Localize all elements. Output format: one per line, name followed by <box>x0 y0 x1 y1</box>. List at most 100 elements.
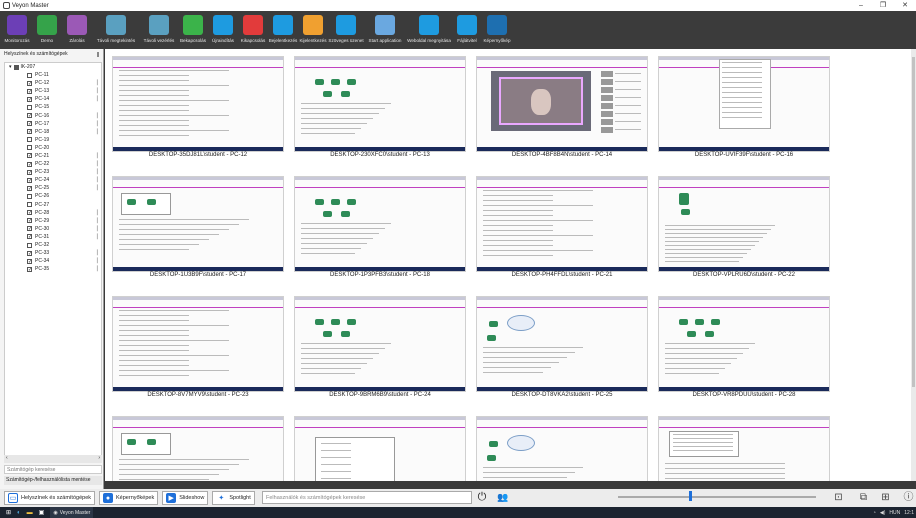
computer-checkbox[interactable]: ✓ <box>27 88 32 94</box>
computer-item[interactable]: ✓ PC-21 ▏ <box>5 152 101 160</box>
computer-checkbox[interactable]: ✓ <box>27 258 32 264</box>
tree-scrollbar[interactable]: ‹ › <box>4 455 102 463</box>
root-checkbox[interactable] <box>13 64 19 70</box>
computer-tile[interactable] <box>291 411 469 481</box>
computer-checkbox[interactable]: ✓ <box>27 153 32 159</box>
store-icon[interactable]: ▣ <box>39 509 45 516</box>
computer-checkbox[interactable]: ✓ <box>27 113 32 119</box>
toolbar-button-lock[interactable]: Zárolás <box>64 11 90 49</box>
toolbar-button-message[interactable]: Szöveges üzenet <box>328 11 364 49</box>
slideshow-button[interactable]: ▶ Slideshow <box>162 491 209 505</box>
computer-checkbox[interactable] <box>27 242 32 248</box>
computer-item[interactable]: ✓ PC-33 ▏ <box>5 249 101 257</box>
computer-item[interactable]: ✓ PC-35 ▏ <box>5 265 101 273</box>
computer-checkbox[interactable]: ✓ <box>27 129 32 135</box>
computer-tile[interactable]: DESKTOP-UVIF39F\student - PC-16 <box>655 51 833 161</box>
clock[interactable]: 12:1 <box>904 510 914 516</box>
zoom-slider-handle[interactable] <box>689 491 693 501</box>
toolbar-button-globe[interactable]: Weboldal megnyitása <box>407 11 451 49</box>
computer-item[interactable]: ✓ PC-29 ▏ <box>5 217 101 225</box>
computer-item[interactable]: PC-15 <box>5 103 101 111</box>
computer-tile[interactable]: DESKTOP-9BRM6B9\student - PC-24 <box>291 291 469 401</box>
fit-screen-icon[interactable]: ⊡ <box>832 491 845 504</box>
computer-item[interactable]: ✓ PC-22 ▏ <box>5 160 101 168</box>
grid-scrollbar[interactable] <box>911 49 916 481</box>
explorer-icon[interactable]: ▬ <box>27 510 33 516</box>
locations-button[interactable]: ▭ Helyszínek és számítógépek <box>4 491 96 505</box>
toolbar-button-screenshot[interactable]: Képernyőkép <box>483 11 511 49</box>
toolbar-button-monitor[interactable]: Távoli megtekintés <box>94 11 138 49</box>
computer-tile[interactable]: DESKTOP-DT8VKA2\student - PC-25 <box>473 291 651 401</box>
save-list-button[interactable]: Számítógép-/felhasználólista mentése <box>4 476 102 485</box>
computer-tile[interactable]: DESKTOP-1U3B9F\student - PC-17 <box>109 171 287 281</box>
spotlight-button[interactable]: ✦ Spotlight <box>212 491 255 505</box>
computer-checkbox[interactable]: ✓ <box>27 177 32 183</box>
computer-item[interactable]: ✓ PC-31 ▏ <box>5 233 101 241</box>
start-icon[interactable]: ⊞ <box>6 509 11 516</box>
toolbar-button-login[interactable]: Bejelentkezés <box>269 11 297 49</box>
computer-item[interactable]: PC-26 <box>5 192 101 200</box>
computer-tile[interactable]: DESKTOP-4BF8B4N\student - PC-14 <box>473 51 651 161</box>
computer-item[interactable]: ✓ PC-25 ▏ <box>5 184 101 192</box>
chevron-down-icon[interactable]: ▾ <box>9 64 12 70</box>
computer-item[interactable]: ✓ PC-30 ▏ <box>5 225 101 233</box>
computer-checkbox[interactable]: ✓ <box>27 218 32 224</box>
computer-item[interactable]: ✓ PC-17 ▏ <box>5 120 101 128</box>
toolbar-button-power-on[interactable]: Bekapcsolás <box>180 11 206 49</box>
computer-item[interactable]: PC-19 <box>5 136 101 144</box>
language-indicator[interactable]: HUN <box>889 510 900 516</box>
toolbar-button-power-off[interactable]: Kikapcsolás <box>240 11 266 49</box>
computer-tile[interactable]: DESKTOP-8V7MYV9\student - PC-23 <box>109 291 287 401</box>
toolbar-button-restart[interactable]: Újraindítás <box>210 11 236 49</box>
computer-tree[interactable]: ▾ IK-207 PC-11 ✓ PC-12 ▏ ✓ PC-13 ▏ ✓ PC-14 ▏ PC-15… <box>4 62 102 462</box>
screenshots-button[interactable]: ● Képernyőképek <box>99 491 159 505</box>
computer-item[interactable]: ✓ PC-16 ▏ <box>5 111 101 119</box>
chevron-left-icon[interactable]: ‹ <box>6 455 8 461</box>
computer-checkbox[interactable]: ✓ <box>27 250 32 256</box>
toolbar-button-demo[interactable]: Demo <box>34 11 60 49</box>
toolbar-button-grid[interactable]: Monitorozás <box>4 11 30 49</box>
computer-item[interactable]: ✓ PC-12 ▏ <box>5 79 101 87</box>
minimize-button[interactable]: – <box>850 0 872 11</box>
computer-item[interactable]: ✓ PC-34 ▏ <box>5 257 101 265</box>
toolbar-button-application[interactable]: Start application <box>366 11 404 49</box>
computer-tile[interactable]: DESKTOP-1P3PFB3\student - PC-18 <box>291 171 469 281</box>
scroll-thumb[interactable] <box>912 57 915 387</box>
computer-tile[interactable]: DESKTOP-VPLRU6D\student - PC-22 <box>655 171 833 281</box>
computer-search-input[interactable]: Számítógép keresése <box>4 465 102 474</box>
computer-checkbox[interactable] <box>27 145 32 151</box>
computer-tile[interactable]: DESKTOP-VR8PDUU\student - PC-28 <box>655 291 833 401</box>
computer-checkbox[interactable]: ✓ <box>27 169 32 175</box>
computer-item[interactable]: PC-32 <box>5 241 101 249</box>
computer-item[interactable]: ✓ PC-23 ▏ <box>5 168 101 176</box>
toolbar-button-file-transfer[interactable]: Fájlátvitel <box>454 11 480 49</box>
users-icon[interactable]: 👥 <box>496 490 510 504</box>
computer-item[interactable]: ✓ PC-14 ▏ <box>5 95 101 103</box>
close-button[interactable]: ✕ <box>894 0 916 11</box>
computer-item[interactable]: PC-20 <box>5 144 101 152</box>
computer-checkbox[interactable] <box>27 104 32 110</box>
edge-icon[interactable]: ◐ <box>17 510 21 516</box>
computer-tile[interactable] <box>473 411 651 481</box>
computer-checkbox[interactable]: ✓ <box>27 80 32 86</box>
computer-checkbox[interactable] <box>27 137 32 143</box>
grid-view-icon[interactable]: ⊞ <box>879 491 892 504</box>
computer-checkbox[interactable]: ✓ <box>27 266 32 272</box>
computer-item[interactable]: PC-11 <box>5 71 101 79</box>
computer-checkbox[interactable] <box>27 202 32 208</box>
maximize-button[interactable]: ❐ <box>872 0 894 11</box>
computer-item[interactable]: PC-27 <box>5 201 101 209</box>
computer-item[interactable]: ✓ PC-28 ▏ <box>5 209 101 217</box>
computer-tile[interactable] <box>109 411 287 481</box>
computer-tile[interactable]: DESKTOP-35DJ81L\student - PC-12 <box>109 51 287 161</box>
computer-checkbox[interactable]: ✓ <box>27 226 32 232</box>
wifi-icon[interactable]: ◔ <box>873 510 876 516</box>
zoom-slider[interactable] <box>618 496 816 498</box>
filter-input[interactable]: Felhasználók és számítógépek keresése <box>262 491 472 504</box>
computer-checkbox[interactable] <box>27 193 32 199</box>
computer-checkbox[interactable]: ✓ <box>27 121 32 127</box>
computer-item[interactable]: ✓ PC-18 ▏ <box>5 128 101 136</box>
info-icon[interactable]: ⓘ <box>902 491 915 504</box>
toolbar-button-remote[interactable]: Távoli vezérlés <box>142 11 176 49</box>
tree-root[interactable]: ▾ IK-207 <box>5 63 101 71</box>
